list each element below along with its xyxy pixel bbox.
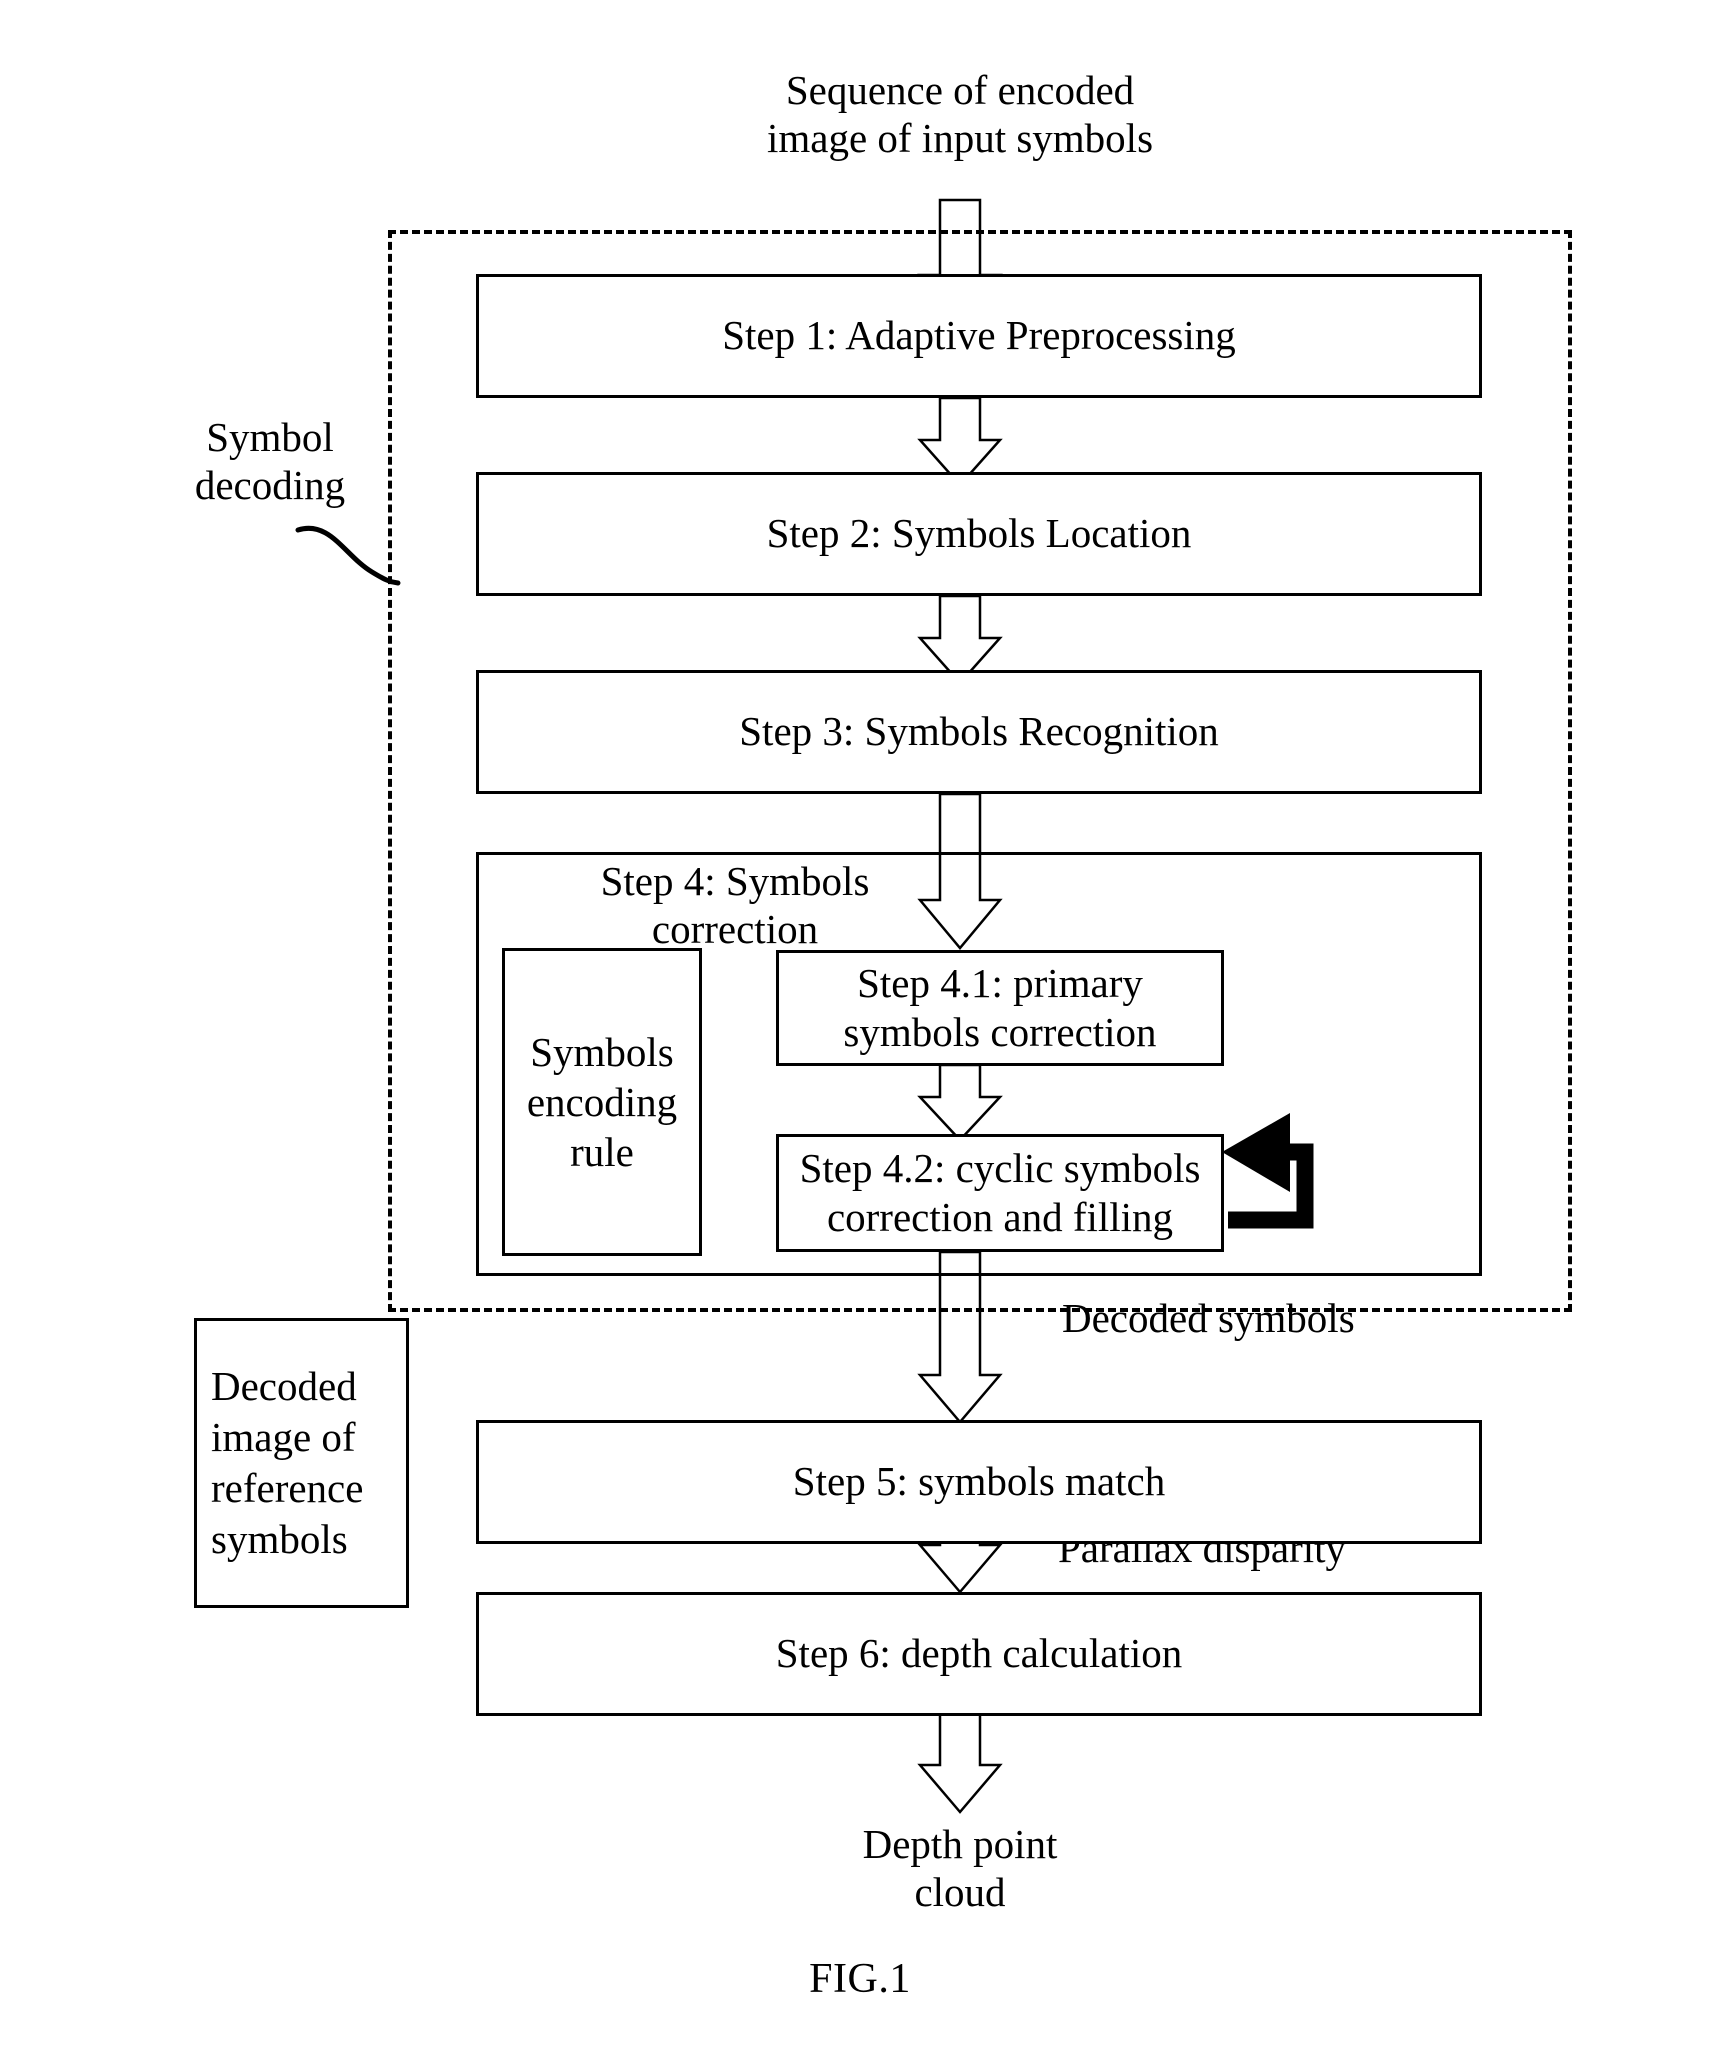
leader-line-icon xyxy=(295,525,401,586)
step-5-label: Step 5: symbols match xyxy=(792,1458,1166,1505)
step-2-box[interactable]: Step 2: Symbols Location xyxy=(476,472,1482,596)
step-6-box[interactable]: Step 6: depth calculation xyxy=(476,1592,1482,1716)
step-3-box[interactable]: Step 3: Symbols Recognition xyxy=(476,670,1482,794)
symbol-decoding-label: Symbol decoding xyxy=(194,414,346,509)
symbols-encoding-rule-label: Symbols encoding rule xyxy=(526,1028,678,1175)
decoded-reference-symbols-label: Decoded image of reference symbols xyxy=(211,1362,364,1563)
step-1-box[interactable]: Step 1: Adaptive Preprocessing xyxy=(476,274,1482,398)
step-4-2-label: Step 4.2: cyclic symbols correction and … xyxy=(799,1144,1201,1240)
decoded-reference-symbols-box[interactable]: Decoded image of reference symbols xyxy=(194,1318,409,1608)
input-label: Sequence of encoded image of input symbo… xyxy=(766,67,1154,162)
step-6-label: Step 6: depth calculation xyxy=(775,1630,1183,1677)
decoded-symbols-label: Decoded symbols xyxy=(1062,1295,1355,1341)
step-4-2-box[interactable]: Step 4.2: cyclic symbols correction and … xyxy=(776,1134,1224,1252)
step-5-box[interactable]: Step 5: symbols match xyxy=(476,1420,1482,1544)
step-3-label: Step 3: Symbols Recognition xyxy=(739,708,1219,755)
step-1-label: Step 1: Adaptive Preprocessing xyxy=(722,312,1236,359)
step-4-1-label: Step 4.1: primary symbols correction xyxy=(843,959,1157,1055)
step-4-title-label: Step 4: Symbols correction xyxy=(600,858,870,952)
figure-caption: FIG.1 xyxy=(809,1956,911,2002)
block-arrow-down-icon xyxy=(917,1711,1003,1814)
output-label: Depth point cloud xyxy=(862,1821,1058,1916)
symbols-encoding-rule-box[interactable]: Symbols encoding rule xyxy=(502,948,702,1256)
step-4-1-box[interactable]: Step 4.1: primary symbols correction xyxy=(776,950,1224,1066)
step-2-label: Step 2: Symbols Location xyxy=(766,510,1192,557)
figure-canvas: Sequence of encoded image of input symbo… xyxy=(0,0,1730,2056)
